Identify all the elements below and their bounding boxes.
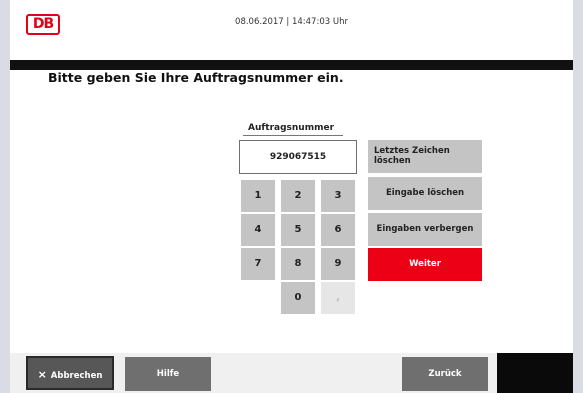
screen-frame-left: [0, 0, 10, 393]
key-2[interactable]: 2: [281, 180, 315, 212]
help-button[interactable]: Hilfe: [125, 357, 211, 391]
delete-last-character-button[interactable]: Letztes Zeichen löschen: [368, 140, 482, 173]
delete-last-line1: Letztes Zeichen: [374, 146, 450, 156]
cancel-label: Abbrechen: [50, 371, 103, 381]
cancel-button[interactable]: × Abbrechen: [26, 356, 114, 390]
header-divider: [10, 60, 573, 70]
key-9[interactable]: 9: [321, 248, 355, 280]
key-3[interactable]: 3: [321, 180, 355, 212]
close-icon: ×: [37, 368, 47, 381]
order-number-label: Auftragsnummer: [248, 123, 335, 133]
label-underline: [243, 135, 343, 136]
key-0[interactable]: 0: [281, 282, 315, 314]
order-number-input[interactable]: 929067515: [239, 140, 357, 174]
key-7[interactable]: 7: [241, 248, 275, 280]
delete-last-line2: löschen: [374, 156, 411, 166]
hide-input-button[interactable]: Eingaben verbergen: [368, 213, 482, 246]
header-bar: DB 08.06.2017 | 14:47:03 Uhr: [10, 0, 573, 60]
next-button[interactable]: Weiter: [368, 248, 482, 281]
key-comma[interactable]: ,: [321, 282, 355, 314]
key-1[interactable]: 1: [241, 180, 275, 212]
key-4[interactable]: 4: [241, 214, 275, 246]
footer-black-block: [497, 353, 573, 393]
key-5[interactable]: 5: [281, 214, 315, 246]
kiosk-screen: DB 08.06.2017 | 14:47:03 Uhr Bitte geben…: [0, 0, 583, 393]
back-button[interactable]: Zurück: [402, 357, 488, 391]
clear-input-button[interactable]: Eingabe löschen: [368, 177, 482, 210]
key-6[interactable]: 6: [321, 214, 355, 246]
datetime-display: 08.06.2017 | 14:47:03 Uhr: [235, 17, 348, 27]
key-8[interactable]: 8: [281, 248, 315, 280]
screen-frame-right: [573, 0, 583, 393]
page-title: Bitte geben Sie Ihre Auftragsnummer ein.: [48, 70, 344, 85]
